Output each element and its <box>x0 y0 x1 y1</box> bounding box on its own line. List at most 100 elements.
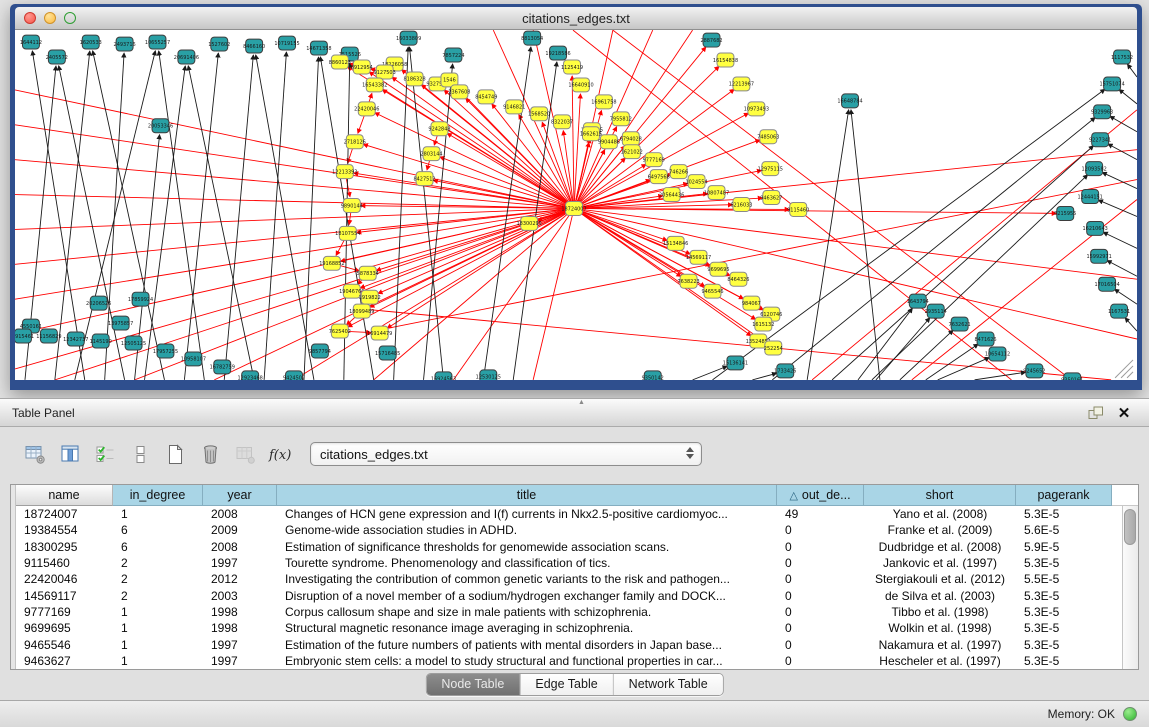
table-row[interactable]: 2242004622012Investigating the contribut… <box>11 571 1138 587</box>
table-cell: 1998 <box>203 621 277 635</box>
graph-node-label: 14569117 <box>686 255 711 261</box>
graph-edge <box>184 53 218 380</box>
table-cell: 0 <box>777 523 864 537</box>
minimize-button[interactable] <box>44 12 56 24</box>
table-cell: 1997 <box>203 654 277 668</box>
table-cell: 1 <box>113 638 203 652</box>
select-all-icon[interactable] <box>92 441 118 467</box>
graph-node-label: 16210643 <box>1083 226 1108 232</box>
table-row[interactable]: 1830029562008Estimation of significance … <box>11 539 1138 555</box>
graph-edge <box>533 208 574 379</box>
close-button[interactable] <box>24 12 36 24</box>
graph-node-label: 1546 <box>443 78 456 84</box>
graph-edge <box>264 52 286 380</box>
graph-edge <box>32 51 84 380</box>
column-header-year[interactable]: year <box>203 485 277 506</box>
graph-edge <box>574 208 667 240</box>
close-panel-icon[interactable]: ✕ <box>1113 403 1135 423</box>
graph-node-label: 20691406 <box>174 55 199 61</box>
graph-edge <box>572 76 574 209</box>
graph-node-label: 7857224 <box>442 53 464 59</box>
table-cell: 2008 <box>203 540 277 554</box>
graph-node-label: 5878334 <box>357 271 379 277</box>
graph-edge <box>1103 232 1137 248</box>
table-cell: 19384554 <box>16 523 113 537</box>
column-header-title[interactable]: title <box>277 485 777 506</box>
graph-node-label: 20206526 <box>86 301 111 307</box>
table-row[interactable]: 1456911722003Disruption of a novel membe… <box>11 587 1138 603</box>
table-cell: 9777169 <box>16 605 113 619</box>
new-table-icon[interactable] <box>162 441 188 467</box>
graph-node-label: 2367608 <box>448 90 470 96</box>
table-cell: Changes of HCN gene expression and I(f) … <box>277 507 777 521</box>
graph-node-label: 1024554 <box>685 179 707 185</box>
tab-edge-table[interactable]: Edge Table <box>519 674 612 695</box>
graph-node-label: 8186328 <box>404 77 426 83</box>
column-header-name[interactable]: name <box>16 485 113 506</box>
graph-node-label: 17016504 <box>1094 282 1119 288</box>
table-row[interactable]: 977716911998Corpus callosum shape and si… <box>11 604 1138 620</box>
clear-selection-icon[interactable] <box>127 441 153 467</box>
graph-node-label: 2405572 <box>46 55 68 61</box>
table-cell: Estimation of the future numbers of pati… <box>277 638 777 652</box>
delete-table-icon[interactable] <box>197 441 223 467</box>
table-mode-icon[interactable] <box>22 441 48 467</box>
scrollbar-thumb[interactable] <box>1124 509 1136 545</box>
graph-node-label: 11156829 <box>36 334 61 340</box>
table-select-dropdown[interactable]: citations_edges.txt <box>310 442 702 466</box>
panel-splitter-handle[interactable]: ▲ <box>575 400 589 406</box>
graph-node-label: 2887682 <box>700 38 722 44</box>
table-cell: Jankovic et al. (1997) <box>864 556 1016 570</box>
table-row[interactable]: 946362711997Embryonic stem cells: a mode… <box>11 653 1138 669</box>
graph-node-label: 7955812 <box>610 117 632 123</box>
table-cell: 1 <box>113 507 203 521</box>
table-cell: 9699695 <box>16 621 113 635</box>
network-canvas[interactable]: 1644112240557216205332493716106552572069… <box>15 30 1137 380</box>
resize-grip-icon[interactable] <box>1121 366 1133 378</box>
zoom-button[interactable] <box>64 12 76 24</box>
graph-node-label: 10973493 <box>744 107 769 113</box>
graph-node-label: 9465546 <box>701 289 723 295</box>
table-row[interactable]: 969969511998Structural magnetic resonanc… <box>11 620 1138 636</box>
table-row[interactable]: 946554611997Estimation of the future num… <box>11 636 1138 652</box>
table-row[interactable]: 911546021997Tourette syndrome. Phenomeno… <box>11 555 1138 571</box>
graph-node-label: 9242848 <box>428 127 450 133</box>
graph-node-label: 9904486 <box>598 140 620 146</box>
column-header-short[interactable]: short <box>864 485 1016 506</box>
table-row[interactable]: 1872400712008Changes of HCN gene express… <box>11 506 1138 522</box>
graph-node-label: 1919822 <box>359 295 381 301</box>
graph-edge <box>15 208 574 299</box>
table-cell: 5.3E-5 <box>1016 654 1112 668</box>
table-cell: 1997 <box>203 638 277 652</box>
graph-edge <box>1127 64 1137 77</box>
graph-node-label: 1125419 <box>561 65 583 71</box>
graph-node-label: 8912954 <box>351 65 373 71</box>
table-cell: Estimation of significance thresholds fo… <box>277 540 777 554</box>
table-cell: 1997 <box>203 556 277 570</box>
column-header-pagerank[interactable]: pagerank <box>1016 485 1112 506</box>
table-cell: 5.3E-5 <box>1016 605 1112 619</box>
tab-network-table[interactable]: Network Table <box>613 674 723 695</box>
table-cell: 5.3E-5 <box>1016 507 1112 521</box>
table-cell: 2 <box>113 556 203 570</box>
table-cell: Investigating the contribution of common… <box>277 572 777 586</box>
table-cell: 9465546 <box>16 638 113 652</box>
graph-node-label: 8466160 <box>243 44 265 50</box>
function-builder-icon[interactable]: f(x) <box>267 441 293 467</box>
graph-edge <box>1119 90 1137 104</box>
graph-node-label: 10655257 <box>145 40 170 46</box>
window-titlebar[interactable]: citations_edges.txt <box>15 7 1137 30</box>
column-header-out_de[interactable]: △out_de... <box>777 485 864 506</box>
resize-grip-icon[interactable] <box>1127 372 1133 378</box>
column-header-in_degree[interactable]: in_degree <box>113 485 203 506</box>
tab-node-table[interactable]: Node Table <box>426 674 519 695</box>
table-cell: Corpus callosum shape and size in male p… <box>277 605 777 619</box>
graph-node-label: 16924563 <box>431 377 456 380</box>
graph-node-label: 18099489 <box>349 309 374 315</box>
table-row[interactable]: 1938455462009Genome-wide association stu… <box>11 522 1138 538</box>
show-columns-icon[interactable] <box>57 441 83 467</box>
float-window-icon[interactable] <box>1085 403 1107 423</box>
vertical-scrollbar[interactable] <box>1122 506 1138 669</box>
table-cell: Wolkin et al. (1998) <box>864 621 1016 635</box>
graph-node-label: 8860123 <box>329 60 351 66</box>
